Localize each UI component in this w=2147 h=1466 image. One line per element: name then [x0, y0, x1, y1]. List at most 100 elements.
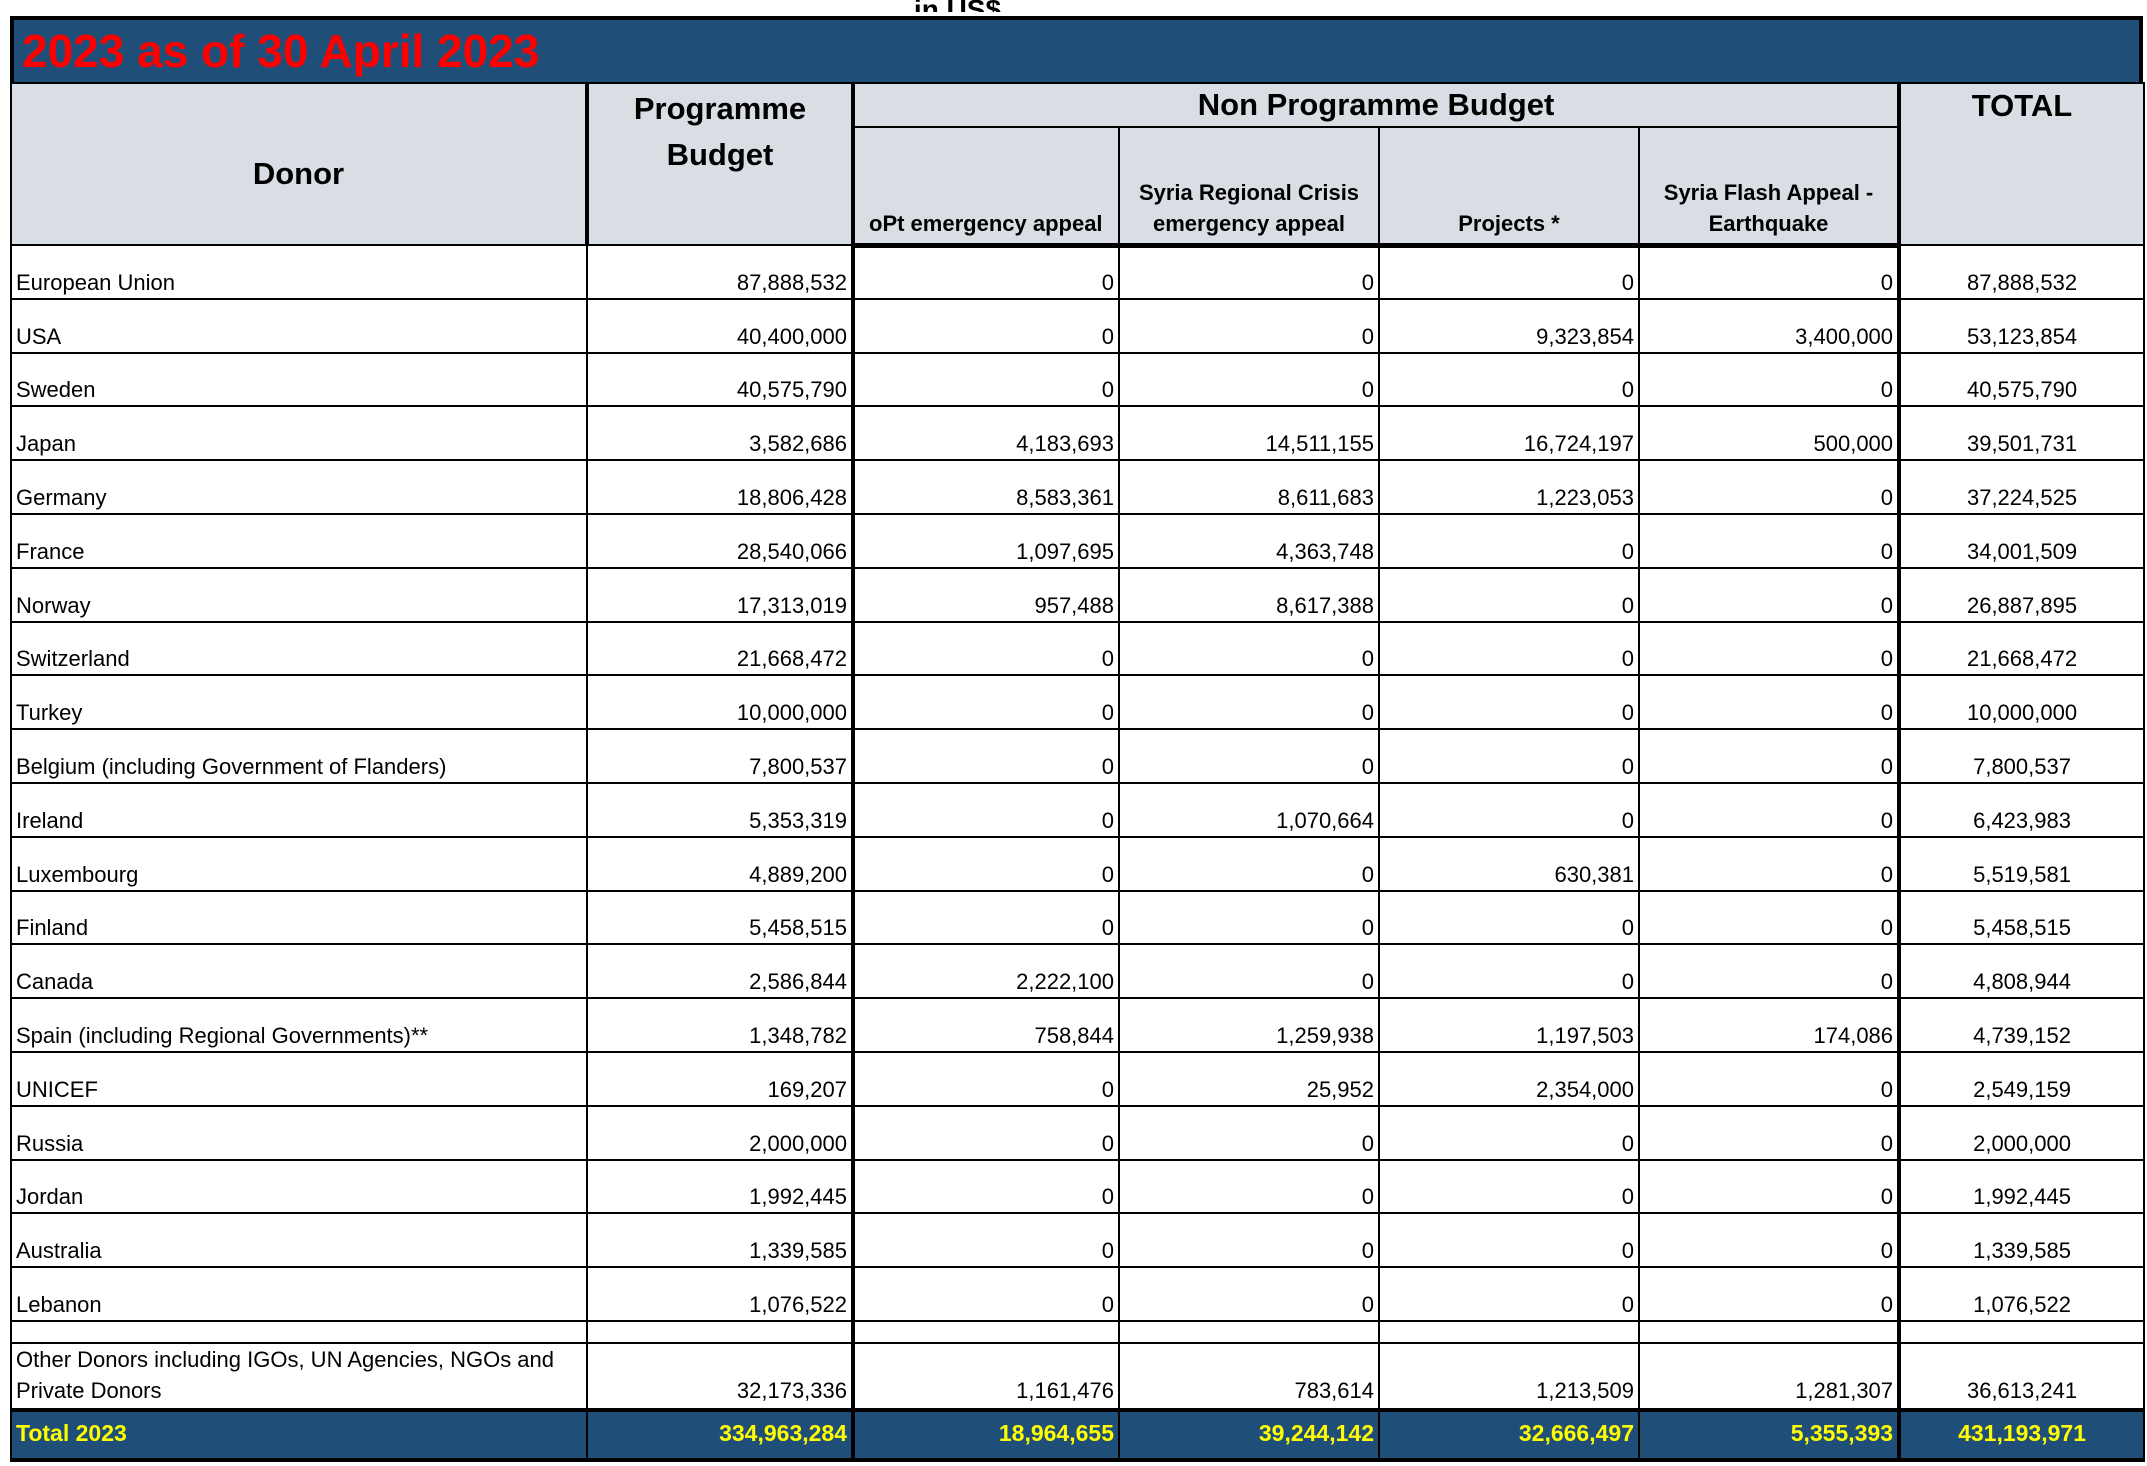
total-cell: 21,668,472: [1897, 620, 2146, 677]
table-row: Belgium (including Government of Flander…: [10, 728, 2146, 784]
programme-budget-cell: 2,000,000: [586, 1104, 855, 1161]
empty-cell: [1637, 1319, 1901, 1344]
empty-cell: [1897, 1319, 2146, 1344]
empty-cell: [852, 1319, 1120, 1344]
total-cell: 1,339,585: [1897, 1212, 2146, 1269]
syria-flash-cell: 174,086: [1637, 997, 1901, 1053]
table-row: Australia 1,339,585 0 0 0 0 1,339,585: [10, 1212, 2146, 1269]
opt-appeal-cell: 4,183,693: [852, 405, 1120, 462]
syria-flash-cell: 0: [1637, 1104, 1901, 1161]
table-row: Lebanon 1,076,522 0 0 0 0 1,076,522: [10, 1266, 2146, 1322]
total-cell: 34,001,509: [1897, 512, 2146, 569]
donor-cell: Germany: [10, 459, 588, 515]
syria-flash-cell: 0: [1637, 566, 1901, 623]
donor-contributions-table: Donor Programme Budget Non Programme Bud…: [10, 82, 2146, 1462]
total-cell: 39,501,731: [1897, 405, 2146, 462]
total-row: Total 2023 334,963,284 18,964,655 39,244,14…: [10, 1407, 2146, 1462]
projects-cell: 16,724,197: [1378, 405, 1640, 462]
syria-flash-cell: 0: [1637, 889, 1901, 946]
table-row: Switzerland 21,668,472 0 0 0 0 21,668,472: [10, 620, 2146, 677]
syria-regional-cell: 39,244,142: [1118, 1407, 1380, 1462]
programme-budget-cell: 3,582,686: [586, 405, 855, 462]
donor-cell: Australia: [10, 1212, 588, 1269]
projects-cell: 0: [1378, 244, 1640, 300]
total-cell: 26,887,895: [1897, 566, 2146, 623]
header-projects: Projects *: [1378, 126, 1640, 248]
opt-appeal-cell: 2,222,100: [852, 943, 1120, 1000]
syria-flash-cell: 0: [1637, 1158, 1901, 1215]
table-row: Russia 2,000,000 0 0 0 0 2,000,000: [10, 1104, 2146, 1161]
programme-budget-cell: 87,888,532: [586, 244, 855, 300]
projects-cell: 0: [1378, 1266, 1640, 1322]
syria-flash-cell: 0: [1637, 943, 1901, 1000]
projects-cell: 0: [1378, 1212, 1640, 1269]
donor-cell: Other Donors including IGOs, UN Agencies…: [10, 1341, 588, 1411]
table-row: Sweden 40,575,790 0 0 0 0 40,575,790: [10, 351, 2146, 408]
opt-appeal-cell: 0: [852, 244, 1120, 300]
syria-flash-cell: 0: [1637, 835, 1901, 892]
syria-regional-cell: 8,611,683: [1118, 459, 1380, 515]
donor-cell: Sweden: [10, 351, 588, 408]
projects-cell: 0: [1378, 889, 1640, 946]
programme-budget-cell: 40,400,000: [586, 297, 855, 354]
programme-budget-cell: 5,458,515: [586, 889, 855, 946]
empty-cell: [1118, 1319, 1380, 1344]
opt-appeal-cell: 0: [852, 1212, 1120, 1269]
syria-flash-cell: 500,000: [1637, 405, 1901, 462]
total-cell: 87,888,532: [1897, 244, 2146, 300]
total-cell: 10,000,000: [1897, 674, 2146, 731]
opt-appeal-cell: 0: [852, 1050, 1120, 1107]
opt-appeal-cell: 0: [852, 1104, 1120, 1161]
donor-cell: Ireland: [10, 781, 588, 838]
syria-flash-cell: 0: [1637, 512, 1901, 569]
donor-cell: USA: [10, 297, 588, 354]
programme-budget-cell: 28,540,066: [586, 512, 855, 569]
table-row: Spain (including Regional Governments)**…: [10, 997, 2146, 1053]
donor-cell: Jordan: [10, 1158, 588, 1215]
donor-cell: UNICEF: [10, 1050, 588, 1107]
opt-appeal-cell: 0: [852, 889, 1120, 946]
total-cell: 2,000,000: [1897, 1104, 2146, 1161]
syria-flash-cell: 5,355,393: [1637, 1407, 1901, 1462]
syria-flash-cell: 0: [1637, 674, 1901, 731]
table-row: France 28,540,066 1,097,695 4,363,748 0 0 34,0…: [10, 512, 2146, 569]
spacer-row: [10, 1319, 2146, 1344]
opt-appeal-cell: 0: [852, 835, 1120, 892]
programme-budget-cell: 32,173,336: [586, 1341, 855, 1411]
donor-cell: Total 2023: [10, 1407, 588, 1462]
table-row: European Union 87,888,532 0 0 0 0 87,888,532: [10, 244, 2146, 300]
syria-regional-cell: 1,070,664: [1118, 781, 1380, 838]
syria-regional-cell: 4,363,748: [1118, 512, 1380, 569]
opt-appeal-cell: 18,964,655: [852, 1407, 1120, 1462]
programme-budget-cell: 21,668,472: [586, 620, 855, 677]
syria-regional-cell: 25,952: [1118, 1050, 1380, 1107]
syria-regional-cell: 0: [1118, 674, 1380, 731]
projects-cell: 0: [1378, 728, 1640, 784]
table-row: Germany 18,806,428 8,583,361 8,611,683 1,223…: [10, 459, 2146, 515]
syria-regional-cell: 0: [1118, 943, 1380, 1000]
empty-cell: [10, 1319, 588, 1344]
syria-regional-cell: 0: [1118, 244, 1380, 300]
opt-appeal-cell: 0: [852, 674, 1120, 731]
projects-cell: 0: [1378, 351, 1640, 408]
syria-regional-cell: 0: [1118, 1212, 1380, 1269]
donor-cell: Canada: [10, 943, 588, 1000]
opt-appeal-cell: 0: [852, 297, 1120, 354]
projects-cell: 0: [1378, 566, 1640, 623]
header-syria-regional-crisis: Syria Regional Crisis emergency appeal: [1118, 126, 1380, 248]
syria-regional-cell: 14,511,155: [1118, 405, 1380, 462]
total-cell: 6,423,983: [1897, 781, 2146, 838]
banner: 2023 as of 30 April 2023: [10, 16, 2143, 86]
total-cell: 40,575,790: [1897, 351, 2146, 408]
header-non-programme-budget: Non Programme Budget: [851, 82, 1901, 128]
table-row: Luxembourg 4,889,200 0 0 630,381 0 5,519,581: [10, 835, 2146, 892]
opt-appeal-cell: 0: [852, 728, 1120, 784]
programme-budget-cell: 1,339,585: [586, 1212, 855, 1269]
syria-regional-cell: 0: [1118, 1104, 1380, 1161]
opt-appeal-cell: 957,488: [852, 566, 1120, 623]
table-row: Turkey 10,000,000 0 0 0 0 10,000,000: [10, 674, 2146, 731]
total-cell: 1,076,522: [1897, 1266, 2146, 1322]
total-cell: 1,992,445: [1897, 1158, 2146, 1215]
syria-flash-cell: 0: [1637, 620, 1901, 677]
table-row: Japan 3,582,686 4,183,693 14,511,155 16,724,…: [10, 405, 2146, 462]
